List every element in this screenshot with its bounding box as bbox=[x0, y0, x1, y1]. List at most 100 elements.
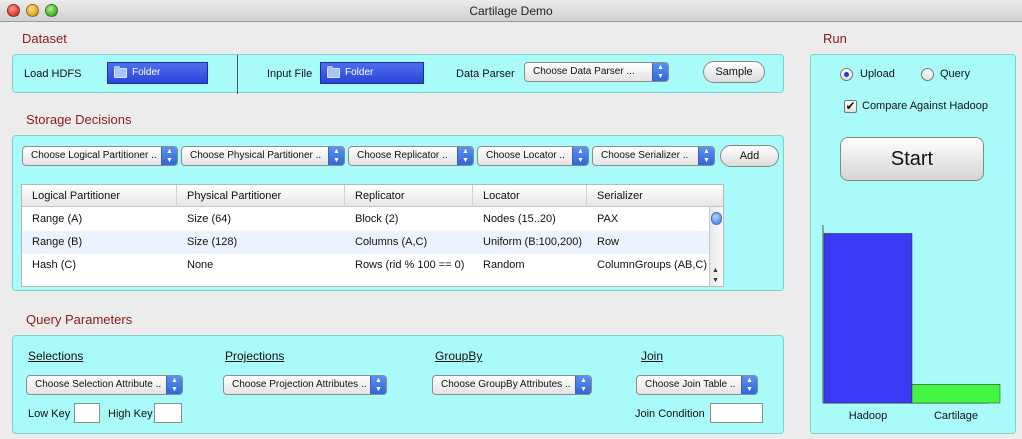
run-panel: Upload Query ✔ Compare Against Hadoop St… bbox=[810, 54, 1016, 434]
table-cell: PAX bbox=[597, 213, 619, 225]
upload-radio-option[interactable]: Upload bbox=[840, 67, 910, 82]
table-cell: Range (A) bbox=[32, 213, 83, 225]
locator-select-value: Choose Locator .. bbox=[486, 150, 565, 161]
comparison-chart: Hadoop Cartilage bbox=[822, 225, 1001, 422]
table-row[interactable]: Range (A) Size (64) Block (2) Nodes (15.… bbox=[22, 208, 711, 231]
serializer-select-value: Choose Serializer .. bbox=[601, 150, 689, 161]
run-section-title: Run bbox=[823, 31, 847, 46]
selections-heading: Selections bbox=[28, 349, 84, 363]
chevron-up-down-icon: ▲ ▼ bbox=[328, 147, 344, 165]
bar-cartilage bbox=[911, 384, 1001, 404]
chevron-up-down-icon: ▲ ▼ bbox=[741, 376, 757, 394]
main-content: Dataset Load HDFS Folder Input File Fold… bbox=[0, 22, 1022, 439]
column-header[interactable]: Serializer bbox=[587, 185, 723, 207]
table-cell: Row bbox=[597, 236, 620, 248]
chevron-up-down-icon: ▲ ▼ bbox=[166, 376, 182, 394]
category-label-cartilage: Cartilage bbox=[934, 410, 978, 422]
column-header[interactable]: Physical Partitioner bbox=[177, 185, 345, 207]
table-cell: Uniform (B:100,200) bbox=[483, 236, 583, 248]
table-cell: Columns (A,C) bbox=[355, 236, 428, 248]
table-cell: None bbox=[187, 259, 214, 271]
groupby-heading: GroupBy bbox=[435, 349, 483, 363]
chevron-up-down-icon: ▲ ▼ bbox=[457, 147, 473, 165]
column-header[interactable]: Locator bbox=[473, 185, 587, 207]
table-cell: ColumnGroups (AB,C) bbox=[597, 259, 708, 271]
chevron-up-down-icon: ▲ ▼ bbox=[572, 147, 588, 165]
physical-partitioner-select[interactable]: Choose Physical Partitioner .. ▲ ▼ bbox=[181, 146, 345, 166]
serializer-select[interactable]: Choose Serializer .. ▲ ▼ bbox=[592, 146, 715, 166]
groupby-attributes-select-value: Choose GroupBy Attributes .. bbox=[441, 379, 571, 390]
compare-hadoop-option[interactable]: ✔ Compare Against Hadoop bbox=[844, 99, 1014, 114]
query-radio[interactable] bbox=[921, 68, 934, 81]
data-parser-select-value: Choose Data Parser ... bbox=[533, 66, 635, 77]
join-heading: Join bbox=[641, 349, 664, 363]
storage-decisions-table: Logical Partitioner Physical Partitioner… bbox=[21, 184, 724, 287]
table-cell: Rows (rid % 100 == 0) bbox=[355, 259, 465, 271]
query-section-title: Query Parameters bbox=[26, 312, 133, 327]
join-condition-input[interactable] bbox=[710, 403, 763, 423]
folder-icon bbox=[327, 66, 340, 78]
replicator-select[interactable]: Choose Replicator .. ▲ ▼ bbox=[348, 146, 474, 166]
table-cell: Hash (C) bbox=[32, 259, 77, 271]
storage-section-title: Storage Decisions bbox=[26, 112, 132, 127]
scroll-down-arrow-icon[interactable]: ▼ bbox=[712, 277, 719, 284]
physical-partitioner-select-value: Choose Physical Partitioner .. bbox=[190, 150, 322, 161]
upload-label: Upload bbox=[860, 68, 895, 80]
low-key-input[interactable] bbox=[74, 403, 100, 423]
chevron-up-down-icon: ▲ ▼ bbox=[370, 376, 386, 394]
scroll-up-arrow-icon[interactable]: ▲ bbox=[712, 267, 719, 274]
window-title: Cartilage Demo bbox=[469, 4, 553, 18]
table-cell: Range (B) bbox=[32, 236, 83, 248]
high-key-input[interactable] bbox=[154, 403, 182, 423]
input-file-label: Input File bbox=[267, 68, 313, 80]
groupby-attributes-select[interactable]: Choose GroupBy Attributes .. ▲ ▼ bbox=[432, 375, 592, 395]
chevron-up-down-icon: ▲ ▼ bbox=[161, 147, 177, 165]
selection-attribute-select-value: Choose Selection Attribute .. bbox=[35, 379, 162, 390]
table-cell: Nodes (15..20) bbox=[483, 213, 556, 225]
join-table-select-value: Choose Join Table .. bbox=[645, 379, 736, 390]
compare-hadoop-checkbox[interactable]: ✔ bbox=[844, 100, 857, 113]
compare-hadoop-label: Compare Against Hadoop bbox=[862, 100, 988, 112]
input-file-folder-button[interactable]: Folder bbox=[320, 62, 424, 84]
projections-heading: Projections bbox=[225, 349, 285, 363]
table-scrollbar[interactable]: ▲ ▼ bbox=[709, 207, 723, 286]
selection-attribute-select[interactable]: Choose Selection Attribute .. ▲ ▼ bbox=[26, 375, 183, 395]
dataset-divider bbox=[237, 55, 238, 94]
query-label: Query bbox=[940, 68, 970, 80]
load-hdfs-folder-button[interactable]: Folder bbox=[107, 62, 208, 84]
low-key-label: Low Key bbox=[28, 408, 71, 420]
data-parser-select[interactable]: Choose Data Parser ... ▲ ▼ bbox=[524, 62, 669, 82]
table-row[interactable]: Range (B) Size (128) Columns (A,C) Unifo… bbox=[22, 231, 711, 254]
load-hdfs-folder-label: Folder bbox=[132, 67, 161, 78]
table-header: Logical Partitioner Physical Partitioner… bbox=[22, 185, 723, 207]
folder-icon bbox=[114, 66, 127, 78]
column-header[interactable]: Replicator bbox=[345, 185, 473, 207]
dataset-section-title: Dataset bbox=[22, 31, 67, 46]
add-button[interactable]: Add bbox=[720, 145, 779, 167]
category-label-hadoop: Hadoop bbox=[849, 410, 888, 422]
data-parser-label: Data Parser bbox=[456, 68, 515, 80]
start-button[interactable]: Start bbox=[840, 137, 984, 181]
scroll-thumb[interactable] bbox=[711, 212, 722, 225]
query-panel: Selections Projections GroupBy Join Choo… bbox=[12, 335, 784, 434]
load-hdfs-label: Load HDFS bbox=[24, 68, 82, 80]
sample-button[interactable]: Sample bbox=[703, 61, 765, 83]
join-table-select[interactable]: Choose Join Table .. ▲ ▼ bbox=[636, 375, 758, 395]
upload-radio[interactable] bbox=[840, 68, 853, 81]
table-row[interactable]: Hash (C) None Rows (rid % 100 == 0) Rand… bbox=[22, 254, 711, 277]
title-bar: Cartilage Demo bbox=[0, 0, 1022, 22]
table-cell: Block (2) bbox=[355, 213, 399, 225]
column-header[interactable]: Logical Partitioner bbox=[22, 185, 177, 207]
input-file-folder-label: Folder bbox=[345, 67, 374, 78]
query-radio-option[interactable]: Query bbox=[921, 67, 991, 82]
chevron-up-down-icon: ▲ ▼ bbox=[698, 147, 714, 165]
chart-category-labels: Hadoop Cartilage bbox=[849, 410, 978, 422]
join-condition-label: Join Condition bbox=[635, 408, 705, 420]
dataset-panel: Load HDFS Folder Input File Folder Data … bbox=[12, 54, 784, 94]
logical-partitioner-select-value: Choose Logical Partitioner .. bbox=[31, 150, 157, 161]
locator-select[interactable]: Choose Locator .. ▲ ▼ bbox=[477, 146, 589, 166]
projection-attributes-select[interactable]: Choose Projection Attributes .. ▲ ▼ bbox=[223, 375, 387, 395]
logical-partitioner-select[interactable]: Choose Logical Partitioner .. ▲ ▼ bbox=[22, 146, 178, 166]
table-cell: Size (128) bbox=[187, 236, 238, 248]
chevron-up-down-icon: ▲ ▼ bbox=[575, 376, 591, 394]
